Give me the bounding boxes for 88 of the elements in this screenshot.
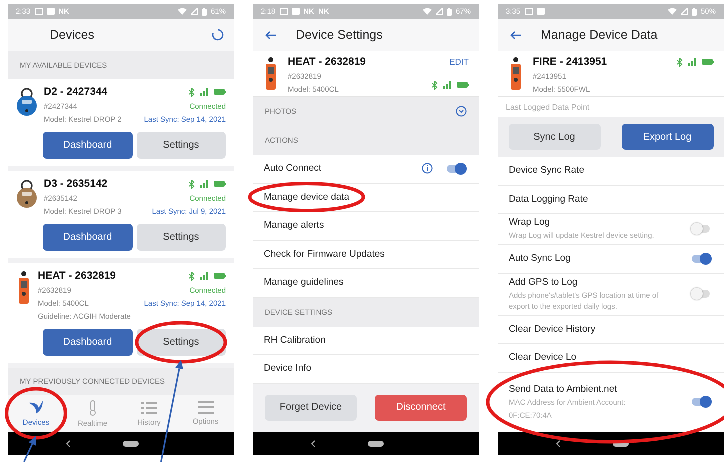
signal-icon xyxy=(190,8,198,15)
bluetooth-icon xyxy=(432,80,438,90)
battery-icon xyxy=(214,89,226,95)
signal-icon xyxy=(200,272,209,280)
info-icon[interactable] xyxy=(422,163,433,174)
row-label: Manage alerts xyxy=(264,220,324,232)
expand-chevron-icon[interactable] xyxy=(456,106,467,117)
row-label: Clear Device History xyxy=(509,324,596,335)
list-icon xyxy=(141,400,158,414)
settings-row[interactable]: Manage guidelines xyxy=(253,269,479,298)
home-icon[interactable] xyxy=(368,440,384,446)
row-label: Send Data to Ambient.net xyxy=(509,384,618,395)
back-arrow-icon[interactable] xyxy=(510,30,521,40)
settings-button[interactable]: Settings xyxy=(136,132,226,159)
toggle-switch[interactable] xyxy=(447,164,465,173)
back-icon[interactable] xyxy=(556,440,561,448)
settings-row[interactable]: Data Logging Rate xyxy=(498,186,724,214)
bluetooth-icon xyxy=(189,180,195,188)
battery-icon xyxy=(702,59,714,65)
screen-title: Devices xyxy=(49,28,96,42)
row-label: Wrap Log xyxy=(509,217,550,228)
toggle-switch[interactable] xyxy=(692,290,710,298)
settings-row[interactable]: Device Sync Rate xyxy=(498,157,724,186)
toggle-switch[interactable] xyxy=(692,254,710,263)
disconnect-button[interactable]: Disconnect xyxy=(375,394,467,421)
wifi-icon xyxy=(178,8,187,15)
signal-icon xyxy=(200,88,209,96)
toggle-switch[interactable] xyxy=(692,225,710,233)
row-label: Manage device data xyxy=(264,192,350,203)
refresh-spinner-icon xyxy=(212,29,224,41)
screen-title: Manage Device Data xyxy=(541,28,658,42)
last-logged-label: Last Logged Data Point xyxy=(498,97,724,117)
row-label: Clear Device Lo xyxy=(509,352,577,364)
signal-icon xyxy=(443,81,452,89)
row-label: RH Calibration xyxy=(264,334,326,346)
row-label: Manage guidelines xyxy=(264,277,344,288)
row-label: Data Logging Rate xyxy=(509,194,588,205)
signal-icon xyxy=(688,58,697,66)
edit-link[interactable]: EDIT xyxy=(450,55,469,69)
export-log-button[interactable]: Export Log xyxy=(622,124,714,150)
forget-device-button[interactable]: Forget Device xyxy=(265,394,357,421)
toggle-switch[interactable] xyxy=(692,398,710,406)
settings-row[interactable]: Check for Firmware Updates xyxy=(253,240,479,269)
settings-row[interactable]: Clear Device History xyxy=(498,316,724,344)
settings-row[interactable]: Device Info xyxy=(253,355,479,384)
battery-icon xyxy=(202,8,207,16)
device-name: HEAT - 2632819 xyxy=(38,269,118,283)
settings-row[interactable]: Manage alerts xyxy=(253,212,479,240)
back-arrow-icon[interactable] xyxy=(265,30,276,40)
row-label: Add GPS to Log xyxy=(509,276,578,288)
battery-icon xyxy=(214,181,226,187)
settings-row[interactable]: Clear Device Lo xyxy=(498,344,724,372)
row-label: Device Sync Rate xyxy=(509,165,585,176)
back-icon[interactable] xyxy=(66,440,71,448)
signal-icon xyxy=(200,180,209,188)
bluetooth-icon xyxy=(189,88,195,96)
bluetooth-icon xyxy=(677,58,683,66)
wifi-icon xyxy=(668,8,677,15)
battery-icon xyxy=(214,273,226,279)
signal-icon xyxy=(436,8,443,15)
row-label: Device Info xyxy=(264,363,312,374)
screen-title: Device Settings xyxy=(296,28,383,42)
dashboard-button[interactable]: Dashboard xyxy=(43,224,132,251)
settings-row[interactable]: Auto Sync Log xyxy=(498,245,724,274)
signal-icon xyxy=(680,8,688,15)
wifi-icon xyxy=(422,8,432,15)
menu-icon xyxy=(198,401,214,414)
dashboard-button[interactable]: Dashboard xyxy=(43,132,132,159)
battery-icon xyxy=(446,8,452,16)
home-icon[interactable] xyxy=(123,440,139,446)
device-name: D2 - 2427344 xyxy=(44,85,109,99)
row-label: Auto Connect xyxy=(264,163,322,174)
battery-icon xyxy=(692,8,697,16)
sync-log-button[interactable]: Sync Log xyxy=(508,124,600,150)
row-label: Auto Sync Log xyxy=(509,253,571,264)
back-icon[interactable] xyxy=(311,440,316,448)
battery-icon xyxy=(457,82,469,88)
bluetooth-icon xyxy=(189,272,195,280)
settings-row[interactable]: Auto Connect xyxy=(253,155,479,184)
device-name: D3 - 2635142 xyxy=(44,177,109,191)
device-name: HEAT - 2632819 xyxy=(288,55,368,69)
row-label: Check for Firmware Updates xyxy=(264,248,385,260)
thermometer-icon xyxy=(88,400,98,416)
dashboard-button[interactable]: Dashboard xyxy=(43,329,132,356)
settings-button[interactable]: Settings xyxy=(136,224,226,251)
bird-icon xyxy=(28,400,44,415)
device-name: FIRE - 2413951 xyxy=(533,55,608,69)
settings-row[interactable]: RH Calibration xyxy=(253,326,479,355)
